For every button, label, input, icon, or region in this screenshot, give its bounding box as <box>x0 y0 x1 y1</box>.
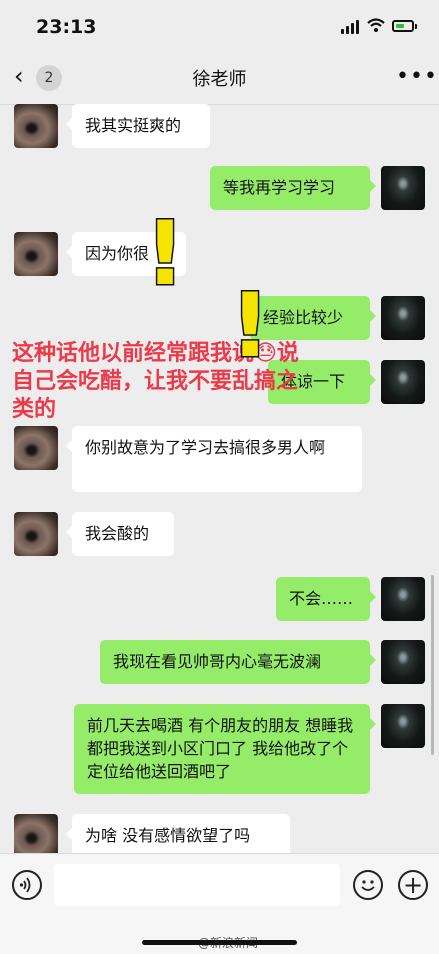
my-avatar[interactable] <box>381 704 425 748</box>
emoji-icon[interactable] <box>353 870 383 900</box>
exclamation-mark-icon: ! <box>143 202 186 305</box>
battery-nub <box>415 24 417 29</box>
contact-avatar[interactable] <box>14 104 58 148</box>
message-list[interactable]: 我其实挺爽的 等我再学习学习 因为你很 经验比较少 体谅一下 你别故意为了学习去… <box>0 104 439 853</box>
my-avatar[interactable] <box>381 296 425 340</box>
message-bubble-outgoing[interactable]: 我现在看见帅哥内心毫无波澜 <box>100 640 376 684</box>
wifi-icon <box>367 18 385 32</box>
signal-icon <box>341 20 361 34</box>
plus-icon[interactable]: + <box>398 870 428 900</box>
input-bar: + @新浪新闻 <box>0 853 439 954</box>
home-indicator <box>142 940 297 945</box>
message-bubble-incoming[interactable]: 我会酸的 <box>66 512 174 556</box>
message-bubble-outgoing[interactable]: 前几天去喝酒 有个朋友的朋友 想睡我 都把我送到小区门口了 我给他改了个定位给他… <box>74 704 376 794</box>
message-input[interactable] <box>54 864 340 906</box>
scrollbar[interactable] <box>431 575 434 755</box>
message-bubble-incoming[interactable]: 为啥 没有感情欲望了吗 <box>66 814 290 853</box>
my-avatar[interactable] <box>381 360 425 404</box>
contact-avatar[interactable] <box>14 426 58 470</box>
message-bubble-incoming[interactable]: 你别故意为了学习去搞很多男人啊 <box>66 426 362 492</box>
my-avatar[interactable] <box>381 577 425 621</box>
message-bubble-outgoing[interactable]: 等我再学习学习 <box>210 166 376 210</box>
chat-title: 徐老师 <box>192 69 247 90</box>
my-avatar[interactable] <box>381 640 425 684</box>
more-icon[interactable]: ••• <box>396 64 438 89</box>
battery-icon <box>392 20 414 32</box>
my-avatar[interactable] <box>381 166 425 210</box>
exclamation-mark-icon: ! <box>228 274 271 377</box>
status-time: 23:13 <box>36 16 97 38</box>
contact-avatar[interactable] <box>14 814 58 853</box>
contact-avatar[interactable] <box>14 232 58 276</box>
chat-header: ‹ 2 徐老师 ••• <box>0 52 439 105</box>
status-bar: 23:13 <box>0 0 439 52</box>
message-bubble-outgoing[interactable]: 不会…… <box>276 577 376 621</box>
voice-icon[interactable] <box>12 870 42 900</box>
message-bubble-incoming[interactable]: 我其实挺爽的 <box>66 104 210 148</box>
contact-avatar[interactable] <box>14 512 58 556</box>
